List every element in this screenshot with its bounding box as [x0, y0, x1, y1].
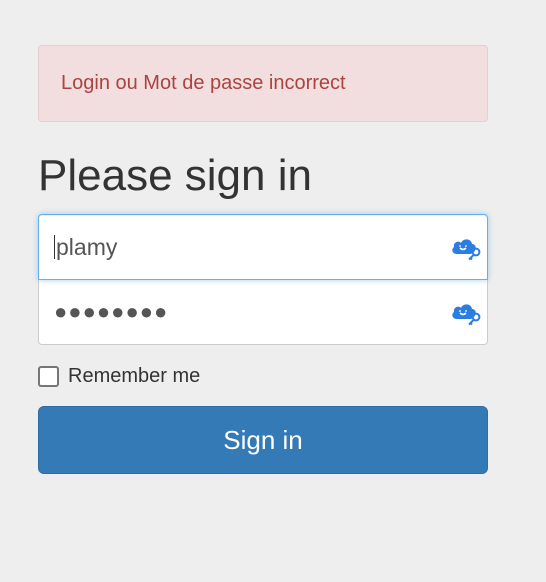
text-cursor: [54, 235, 55, 260]
page-title: Please sign in: [38, 151, 312, 200]
username-field[interactable]: plamy: [38, 214, 488, 281]
remember-me-row: Remember me: [38, 365, 488, 388]
username-value: plamy: [56, 233, 118, 260]
keepass-cloud-key-icon[interactable]: [449, 233, 483, 261]
sign-in-button[interactable]: Sign in: [38, 406, 488, 475]
credentials-group: plamy ●●●●●●●●: [38, 214, 488, 346]
keepass-cloud-key-icon[interactable]: [449, 298, 483, 326]
error-alert-message: Login ou Mot de passe incorrect: [61, 72, 346, 94]
remember-me-label[interactable]: Remember me: [68, 365, 200, 388]
error-alert: Login ou Mot de passe incorrect: [38, 45, 488, 122]
password-field[interactable]: ●●●●●●●●: [38, 279, 488, 346]
login-container: Login ou Mot de passe incorrect Please s…: [38, 45, 488, 475]
password-masked-value: ●●●●●●●●: [54, 299, 169, 325]
sign-in-button-label: Sign in: [223, 424, 303, 455]
remember-me-checkbox[interactable]: [38, 366, 59, 388]
